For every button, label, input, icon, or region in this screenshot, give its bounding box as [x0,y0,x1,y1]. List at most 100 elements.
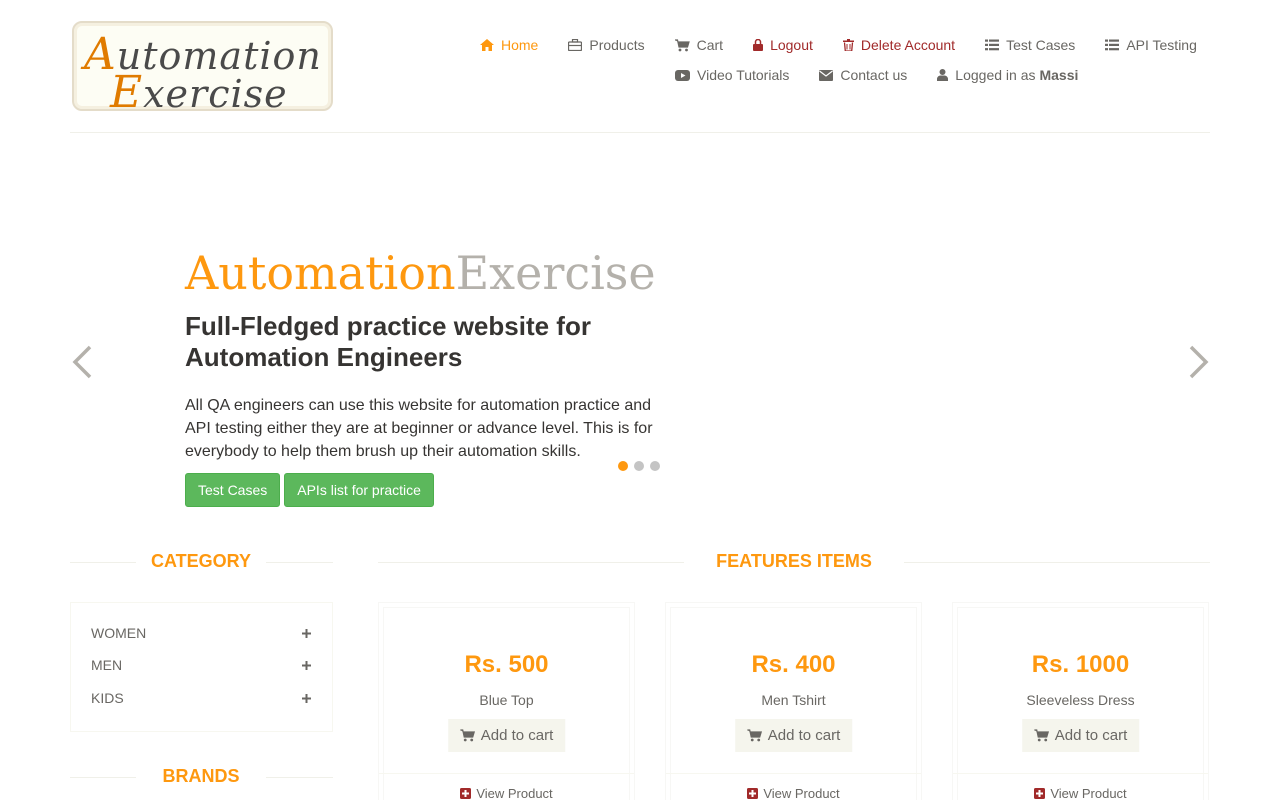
nav-logout[interactable]: Logout [753,37,813,53]
cart-icon [746,729,762,742]
hero-brand-automation: Automation [185,246,456,300]
chevron-right-icon [1189,345,1209,379]
product-card-inner: Rs. 1000 Sleeveless Dress Add to cart [957,607,1204,800]
hero-description: All QA engineers can use this website fo… [185,397,653,460]
youtube-icon [675,69,690,81]
add-to-cart-label: Add to cart [1054,727,1128,744]
category-item-label: WOMEN [91,625,147,641]
nav-cart-label: Cart [696,37,724,53]
product-card-inner: Rs. 400 Men Tshirt Add to cart [670,607,917,800]
product-footer: View Product [953,773,1208,800]
product-card: Rs. 1000 Sleeveless Dress Add to cart Vi… [952,602,1209,800]
category-title: Category [136,551,266,572]
hero-test-cases-button[interactable]: Test Cases [185,473,281,507]
product-footer: View Product [379,773,634,800]
nav-products-label: Products [589,37,645,53]
hero-brand: AutomationExercise [185,246,656,300]
features-title: Features Items [684,551,904,572]
product-price: Rs. 500 [464,651,549,678]
nav-home[interactable]: Home [480,37,538,53]
category-item-label: KIDS [91,690,124,706]
cart-icon [674,38,690,52]
category-item-kids[interactable]: KIDS [91,690,311,706]
hero-buttons: Test Cases APIs list for practice [185,473,434,507]
plus-square-icon [460,788,472,799]
nav-test-cases[interactable]: Test Cases [985,37,1075,53]
product-card: Rs. 500 Blue Top Add to cart View Produc… [378,602,635,800]
logo-text-2: xercise [143,72,288,116]
hero-apis-list-button[interactable]: APIs list for practice [284,473,434,507]
slider-indicators [618,461,660,471]
list-icon [1105,39,1120,51]
nav-products[interactable]: Products [568,37,645,53]
site-logo[interactable]: Automation Exercise [72,21,333,118]
product-price: Rs. 1000 [1031,651,1130,678]
nav-test-cases-label: Test Cases [1006,37,1076,53]
nav-row-1: Home Products Cart Logout Delete Account [470,30,1210,60]
nav-api-testing[interactable]: API Testing [1105,37,1197,53]
plus-icon [302,690,311,706]
view-product-link[interactable]: View Product [666,786,921,800]
view-product-label: View Product [763,786,840,800]
nav-video-tutorials-label: Video Tutorials [697,67,790,83]
nav-delete-account-label: Delete Account [860,37,956,53]
logged-in-label: Logged in as [955,67,1036,83]
add-to-cart-label: Add to cart [767,727,841,744]
view-product-link[interactable]: View Product [953,786,1208,800]
product-footer: View Product [666,773,921,800]
plus-square-icon [1034,788,1046,799]
add-to-cart-button[interactable]: Add to cart [734,719,853,752]
nav-home-label: Home [501,37,539,53]
nav-video-tutorials[interactable]: Video Tutorials [675,67,789,83]
category-item-women[interactable]: WOMEN [91,625,311,641]
category-item-men[interactable]: MEN [91,657,311,673]
view-product-label: View Product [1050,786,1127,800]
hero-title: Full-Fledged practice website for Automa… [185,311,591,372]
category-panel: WOMEN MEN KIDS [70,602,333,732]
envelope-icon [819,69,834,81]
add-to-cart-button[interactable]: Add to cart [447,719,566,752]
briefcase-icon [568,39,583,51]
slider-next-button[interactable] [1187,344,1211,380]
nav-delete-account[interactable]: Delete Account [842,37,956,53]
add-to-cart-button[interactable]: Add to cart [1021,719,1140,752]
view-product-label: View Product [476,786,553,800]
product-price: Rs. 400 [751,651,836,678]
nav-row-2: Video Tutorials Contact us Logged in as … [470,60,1210,90]
view-product-link[interactable]: View Product [379,786,634,800]
nav-api-testing-label: API Testing [1126,37,1197,53]
slider-prev-button[interactable] [70,344,94,380]
product-card: Rs. 400 Men Tshirt Add to cart View Prod… [665,602,922,800]
plus-icon [302,657,311,673]
nav-logout-label: Logout [770,37,813,53]
home-icon [480,39,494,51]
slider-dot-2[interactable] [634,461,644,471]
plus-square-icon [747,788,759,799]
category-item-label: MEN [91,657,123,673]
trash-icon [842,39,854,51]
chevron-left-icon [72,345,92,379]
list-icon [985,39,1000,51]
plus-icon [302,625,311,641]
add-to-cart-label: Add to cart [480,727,554,744]
cart-icon [459,729,475,742]
logo-cap-e: E [110,67,144,118]
header-divider [70,132,1210,133]
nav-cart[interactable]: Cart [674,37,724,53]
slider-dot-1[interactable] [618,461,628,471]
product-name: Sleeveless Dress [1026,692,1135,708]
product-card-inner: Rs. 500 Blue Top Add to cart [383,607,630,800]
main-nav: Home Products Cart Logout Delete Account [470,30,1210,90]
product-name: Blue Top [479,692,534,708]
nav-contact-us[interactable]: Contact us [819,67,907,83]
slider-dot-3[interactable] [650,461,660,471]
product-name: Men Tshirt [761,692,826,708]
logo-line-2: Exercise [110,67,288,118]
nav-contact-us-label: Contact us [840,67,908,83]
username: Massi [1039,67,1079,83]
hero-brand-exercise: Exercise [455,246,656,300]
nav-logged-in-as: Logged in as Massi [937,67,1078,83]
lock-icon [753,39,764,51]
user-icon [937,69,949,81]
cart-icon [1033,729,1049,742]
